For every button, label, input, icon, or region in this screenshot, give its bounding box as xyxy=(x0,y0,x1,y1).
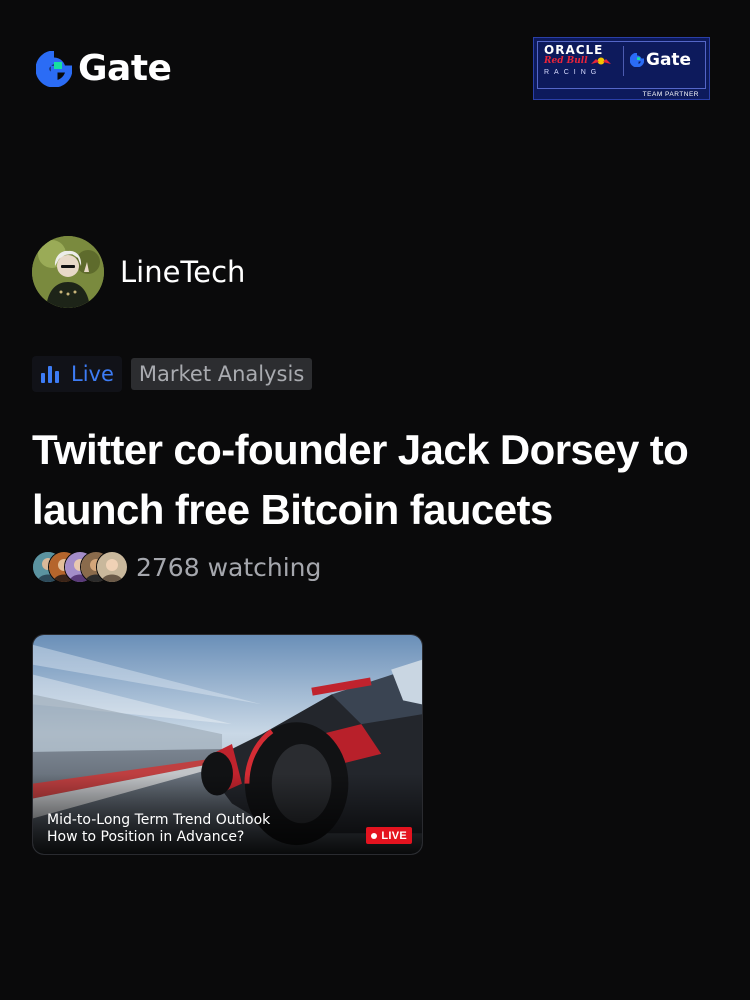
partner-gate-text: Gate xyxy=(646,50,692,70)
partner-tagline: TEAM PARTNER xyxy=(642,91,699,98)
watching-count: 2768 watching xyxy=(136,552,322,582)
live-badge-label: LIVE xyxy=(381,829,407,842)
partner-redbull-text: Red Bull xyxy=(544,56,588,66)
partner-gate-logo: Gate xyxy=(630,50,691,70)
watcher-avatars xyxy=(32,551,128,583)
partner-oracle-text: ORACLE xyxy=(544,43,604,57)
author-row[interactable]: LineTech xyxy=(32,236,245,308)
post-title: Twitter co-founder Jack Dorsey to launch… xyxy=(32,426,689,533)
logo-wordmark: Gate xyxy=(78,48,172,89)
bar-chart-icon xyxy=(41,366,59,383)
video-caption-line2: How to Position in Advance? xyxy=(47,829,245,845)
partner-divider xyxy=(623,46,624,76)
team-partner-badge: ORACLE Red Bull RACING Gate TEAM PARTNER xyxy=(533,37,710,100)
author-avatar[interactable] xyxy=(32,236,104,308)
avatar-image-icon xyxy=(32,236,104,308)
gate-logo[interactable]: Gate xyxy=(36,48,172,90)
live-tag-label: Live xyxy=(71,362,114,386)
gate-small-icon xyxy=(630,53,644,67)
red-bull-icon xyxy=(591,57,611,65)
author-name[interactable]: LineTech xyxy=(120,255,245,289)
live-badge: LIVE xyxy=(366,827,412,844)
watchers-row: 2768 watching xyxy=(32,551,321,583)
live-stream-card[interactable]: Mid-to-Long Term Trend Outlook How to Po… xyxy=(32,634,423,855)
video-caption-line1: Mid-to-Long Term Trend Outlook xyxy=(47,812,271,828)
live-tag[interactable]: Live xyxy=(32,356,122,392)
post-tags: Live Market Analysis xyxy=(32,356,313,392)
live-dot-icon xyxy=(371,832,378,839)
video-caption: Mid-to-Long Term Trend Outlook How to Po… xyxy=(47,812,270,846)
category-tag[interactable]: Market Analysis xyxy=(130,358,313,390)
gate-logo-icon xyxy=(36,51,72,87)
watcher-avatar xyxy=(96,551,128,583)
partner-racing-text: RACING xyxy=(544,69,602,76)
